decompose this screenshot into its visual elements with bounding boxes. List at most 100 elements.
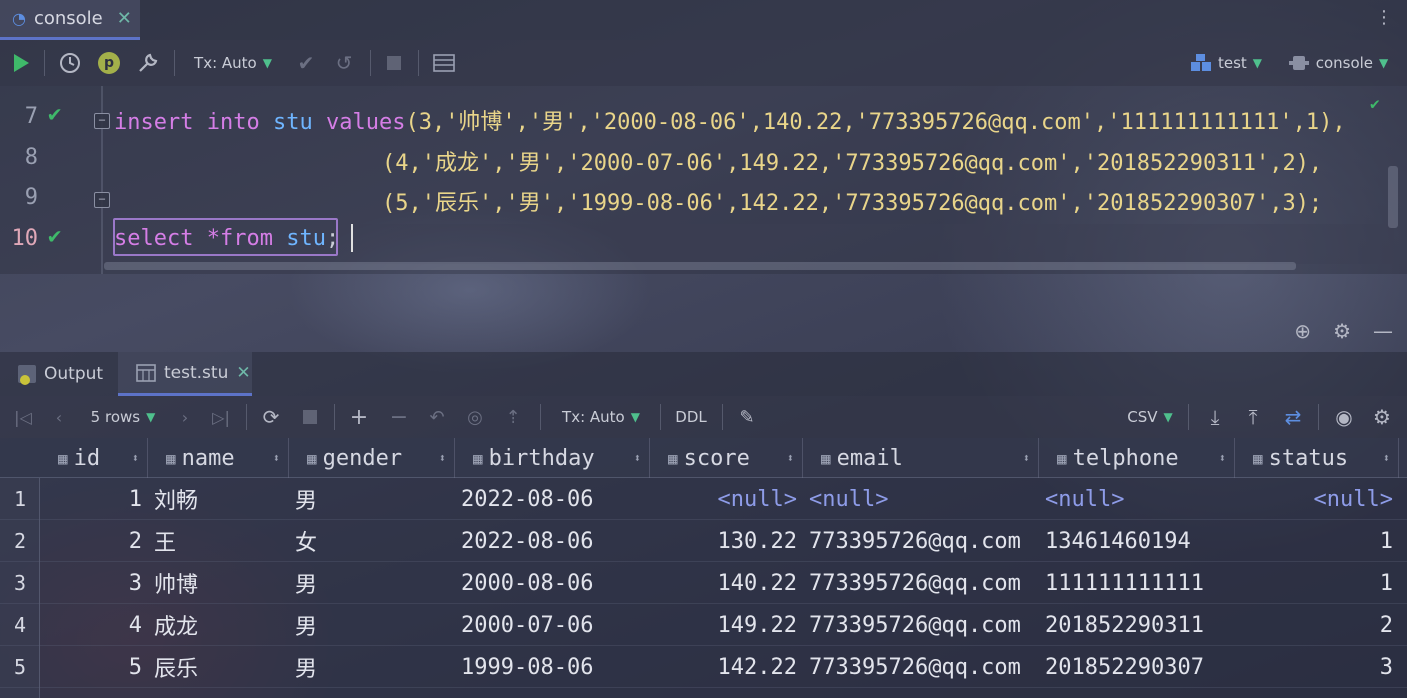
cancel-query-button[interactable] — [300, 396, 320, 438]
column-header-email[interactable]: ▦ email ⬍ — [803, 438, 1039, 478]
cell-id[interactable]: 2 — [40, 520, 148, 562]
cell-status[interactable]: 1 — [1235, 562, 1399, 604]
cell-gender[interactable]: 男 — [289, 562, 455, 604]
cell-score[interactable]: <null> — [650, 478, 803, 520]
minimize-icon[interactable]: — — [1373, 319, 1393, 343]
cell-birthday[interactable]: 2000-08-06 — [455, 562, 650, 604]
cell-birthday[interactable]: 2000-07-06 — [455, 604, 650, 646]
sort-icon[interactable]: ⬍ — [1219, 451, 1226, 465]
cell-id[interactable]: 1 — [40, 478, 148, 520]
cell-telphone[interactable]: 13461460194 — [1039, 520, 1235, 562]
column-header-score[interactable]: ▦ score ⬍ — [650, 438, 803, 478]
cell-score[interactable]: 140.22 — [650, 562, 803, 604]
more-vertical-icon[interactable]: ⋮ — [1375, 9, 1393, 27]
cell-email[interactable]: 773395726@qq.com — [803, 604, 1039, 646]
history-button[interactable] — [58, 40, 82, 86]
cell-birthday[interactable]: 2022-08-06 — [455, 478, 650, 520]
cell-id[interactable]: 4 — [40, 604, 148, 646]
gear-icon[interactable]: ⚙ — [1333, 319, 1351, 343]
revert-button[interactable]: ↶ — [426, 396, 448, 438]
explain-plan-button[interactable]: p — [97, 40, 121, 86]
export-format-dropdown[interactable]: CSV ▼ — [1124, 396, 1176, 438]
cell-telphone[interactable]: 201852290311 — [1039, 604, 1235, 646]
previous-page-button[interactable]: ‹ — [50, 396, 68, 438]
row-number[interactable]: 4 — [0, 604, 40, 646]
row-number[interactable]: 5 — [0, 646, 40, 688]
cell-status[interactable]: <null> — [1235, 478, 1399, 520]
table-row[interactable]: 4 4 成龙男 2000-07-06 149.22 773395726@qq.com 201… — [0, 604, 1407, 646]
result-layout-button[interactable] — [432, 40, 456, 86]
result-transaction-mode-dropdown[interactable]: Tx: Auto ▼ — [556, 396, 646, 438]
sort-icon[interactable]: ⬍ — [787, 451, 794, 465]
cell-score[interactable]: 142.22 — [650, 646, 803, 688]
column-header-birthday[interactable]: ▦ birthday ⬍ — [455, 438, 650, 478]
cell-name[interactable]: 成龙 — [148, 604, 289, 646]
cell-gender[interactable]: 男 — [289, 604, 455, 646]
cell-gender[interactable]: 女 — [289, 520, 455, 562]
cell-email[interactable]: 773395726@qq.com — [803, 646, 1039, 688]
result-grid[interactable]: ▦ id ⬍ ▦ name ⬍ ▦ gender ⬍ ▦ birthday ⬍ ▦ score ⬍ … — [0, 438, 1407, 698]
fold-collapse-icon[interactable]: − — [94, 113, 110, 129]
sql-editor[interactable]: 7 ✔ 8 9 10 ✔ − − insert into stu values(… — [0, 86, 1407, 274]
cell-telphone[interactable]: 111111111111 — [1039, 562, 1235, 604]
delete-row-button[interactable]: − — [388, 396, 410, 438]
table-row[interactable]: 2 2 王女 2022-08-06 130.22 773395726@qq.com 1346… — [0, 520, 1407, 562]
inspection-ok-icon[interactable]: ✔ — [1370, 94, 1380, 113]
commit-button[interactable]: ✔ — [294, 40, 318, 86]
sort-icon[interactable]: ⬍ — [439, 451, 446, 465]
transaction-mode-dropdown[interactable]: Tx: Auto ▼ — [188, 40, 278, 86]
sort-icon[interactable]: ⬍ — [1023, 451, 1030, 465]
sort-icon[interactable]: ⬍ — [1383, 451, 1390, 465]
last-page-button[interactable]: ▷| — [210, 396, 232, 438]
sort-icon[interactable]: ⬍ — [634, 451, 641, 465]
cell-gender[interactable]: 男 — [289, 646, 455, 688]
datasource-selector[interactable]: test ▼ — [1188, 40, 1264, 86]
tab-output[interactable]: Output — [18, 352, 114, 396]
close-icon[interactable]: ✕ — [236, 363, 250, 383]
cell-birthday[interactable]: 1999-08-06 — [455, 646, 650, 688]
cell-email[interactable]: 773395726@qq.com — [803, 562, 1039, 604]
close-icon[interactable]: ✕ — [117, 8, 132, 29]
cell-telphone[interactable]: <null> — [1039, 478, 1235, 520]
row-number[interactable]: 3 — [0, 562, 40, 604]
cell-name[interactable]: 刘畅 — [148, 478, 289, 520]
cell-score[interactable]: 130.22 — [650, 520, 803, 562]
submit-button[interactable]: ⇡ — [502, 396, 524, 438]
tab-test-stu[interactable]: test.stu ✕ — [118, 352, 252, 396]
session-selector[interactable]: console ▼ — [1286, 40, 1390, 86]
column-header-status[interactable]: ▦ status ⬍ — [1235, 438, 1399, 478]
cell-email[interactable]: <null> — [803, 478, 1039, 520]
settings-button[interactable] — [136, 40, 160, 86]
row-number[interactable]: 1 — [0, 478, 40, 520]
fold-collapse-icon[interactable]: − — [94, 192, 110, 208]
table-row[interactable]: 3 3 帅博男 2000-08-06 140.22 773395726@qq.com 111… — [0, 562, 1407, 604]
compare-button[interactable]: ◎ — [464, 396, 486, 438]
column-header-name[interactable]: ▦ name ⬍ — [148, 438, 289, 478]
column-header-gender[interactable]: ▦ gender ⬍ — [289, 438, 455, 478]
cell-status[interactable]: 3 — [1235, 646, 1399, 688]
cell-gender[interactable]: 男 — [289, 478, 455, 520]
table-row[interactable]: 1 1 刘畅男 2022-08-06 <null> <null> <null> <null> — [0, 478, 1407, 520]
cell-email[interactable]: 773395726@qq.com — [803, 520, 1039, 562]
cell-name[interactable]: 帅博 — [148, 562, 289, 604]
cell-telphone[interactable]: 201852290307 — [1039, 646, 1235, 688]
cell-status[interactable]: 2 — [1235, 604, 1399, 646]
transpose-button[interactable]: ⇄ — [1282, 396, 1304, 438]
page-size-dropdown[interactable]: 5 rows ▼ — [86, 396, 160, 438]
target-icon[interactable]: ⊕ — [1294, 319, 1311, 343]
add-row-button[interactable]: + — [348, 396, 370, 438]
export-button[interactable]: ⤓ — [1204, 396, 1226, 438]
next-page-button[interactable]: › — [176, 396, 194, 438]
rollback-button[interactable]: ↺ — [332, 40, 356, 86]
table-row[interactable]: 5 5 辰乐男 1999-08-06 142.22 773395726@qq.com 201… — [0, 646, 1407, 688]
sort-icon[interactable]: ⬍ — [273, 451, 280, 465]
cell-birthday[interactable]: 2022-08-06 — [455, 520, 650, 562]
cell-id[interactable]: 5 — [40, 646, 148, 688]
grid-settings-button[interactable]: ⚙ — [1370, 396, 1394, 438]
row-number[interactable]: 2 — [0, 520, 40, 562]
ddl-button[interactable]: DDL — [672, 396, 710, 438]
stop-button[interactable] — [383, 40, 405, 86]
refresh-button[interactable]: ⟳ — [260, 396, 282, 438]
cell-name[interactable]: 王 — [148, 520, 289, 562]
cell-id[interactable]: 3 — [40, 562, 148, 604]
